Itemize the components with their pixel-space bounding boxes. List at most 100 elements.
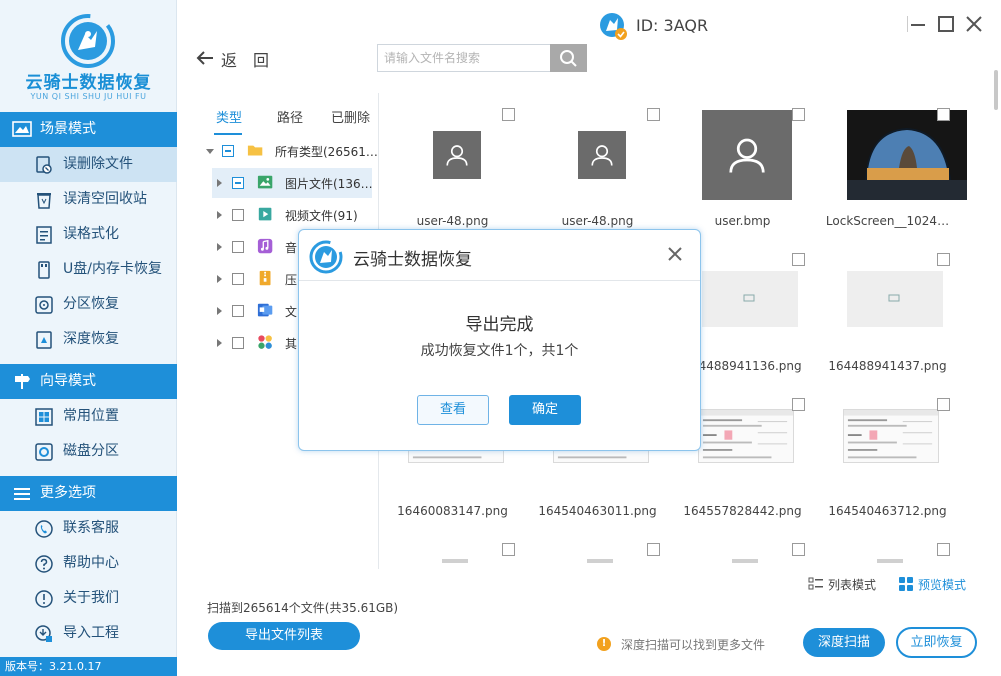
file-tile[interactable]: user.bmp: [670, 97, 815, 242]
back-label: 返 回: [221, 51, 270, 70]
file-thumbnail: [578, 131, 626, 179]
sidebar-item-label: 联系客服: [63, 520, 119, 536]
sidebar-item-label: 关于我们: [63, 590, 119, 606]
export-file-list-button[interactable]: 导出文件列表: [208, 622, 360, 650]
tree-checkbox[interactable]: [232, 273, 244, 285]
list-mode-label: 列表模式: [828, 578, 877, 592]
folder-icon: [247, 145, 263, 156]
caret-right-icon[interactable]: [217, 179, 222, 187]
file-checkbox[interactable]: [647, 108, 660, 121]
list-mode-toggle[interactable]: 列表模式: [808, 576, 876, 592]
sidebar-item-more-3[interactable]: 导入工程: [0, 616, 177, 651]
tree-checkbox[interactable]: [232, 241, 244, 253]
sidebar-item-guide-0[interactable]: 常用位置: [0, 399, 177, 434]
file-tile[interactable]: [380, 532, 525, 567]
knight-logo-icon: [309, 240, 343, 274]
file-tile[interactable]: user-48.png: [525, 97, 670, 242]
preview-mode-toggle[interactable]: 预览模式: [898, 576, 966, 592]
file-checkbox[interactable]: [502, 108, 515, 121]
deep-scan-tip: 深度扫描可以找到更多文件: [621, 638, 766, 652]
sidebar-item-scene-5[interactable]: 深度恢复: [0, 322, 177, 357]
scene-icon: [12, 121, 32, 137]
deleted-file-icon: [36, 156, 52, 174]
person-icon: [446, 145, 468, 166]
deep-recover-icon: [36, 331, 52, 349]
tree-checkbox[interactable]: [232, 209, 244, 221]
search-button[interactable]: [550, 44, 587, 72]
section-label: 场景模式: [40, 121, 96, 137]
file-checkbox[interactable]: [792, 108, 805, 121]
tab-type[interactable]: 类型: [216, 107, 242, 126]
view-button[interactable]: 查看: [417, 395, 489, 425]
deep-scan-button[interactable]: 深度扫描: [803, 628, 885, 657]
caret-right-icon[interactable]: [217, 211, 222, 219]
file-tile[interactable]: [670, 532, 815, 567]
tab-deleted[interactable]: 已删除: [331, 107, 370, 126]
ok-button[interactable]: 确定: [509, 395, 581, 425]
file-tile[interactable]: 164540463712.png: [815, 387, 960, 532]
music-icon: [257, 238, 273, 254]
sidebar-item-scene-1[interactable]: 误清空回收站: [0, 182, 177, 217]
recover-now-button[interactable]: 立即恢复: [896, 627, 977, 658]
file-name: user-48.png: [416, 214, 489, 228]
file-name: user-48.png: [561, 214, 634, 228]
archive-icon: [259, 270, 271, 286]
tree-label: 文: [285, 305, 298, 319]
tree-checkbox[interactable]: [232, 177, 244, 189]
sidebar-item-scene-0[interactable]: 误删除文件: [0, 147, 177, 182]
usb-card-icon: [38, 261, 50, 279]
tree-row[interactable]: 所有类型(26561…: [200, 136, 378, 166]
file-checkbox[interactable]: [937, 398, 950, 411]
file-tile[interactable]: [525, 532, 670, 567]
caret-right-icon[interactable]: [217, 339, 222, 347]
tree-row[interactable]: 视频文件(91): [212, 200, 372, 230]
format-icon: [36, 226, 52, 244]
sidebar-item-more-2[interactable]: 关于我们: [0, 581, 177, 616]
file-tile[interactable]: user-48.png: [380, 97, 525, 242]
outer-scrollbar[interactable]: [994, 70, 998, 110]
list-view-icon: [808, 577, 823, 590]
caret-down-icon[interactable]: [206, 149, 214, 154]
tree-row[interactable]: 图片文件(136…: [212, 168, 373, 198]
minimize-icon[interactable]: [908, 14, 928, 34]
maximize-icon[interactable]: [936, 14, 956, 34]
file-checkbox[interactable]: [792, 398, 805, 411]
close-icon[interactable]: [665, 244, 685, 264]
sidebar-item-guide-1[interactable]: 磁盘分区: [0, 434, 177, 469]
close-window-icon[interactable]: [964, 14, 984, 34]
version-label: 版本号：3.21.0.17: [0, 657, 177, 676]
file-checkbox[interactable]: [647, 543, 660, 556]
file-checkbox[interactable]: [937, 543, 950, 556]
disk-icon: [35, 443, 53, 461]
tree-checkbox[interactable]: [232, 305, 244, 317]
sidebar-item-label: 导入工程: [63, 625, 119, 641]
sidebar-item-more-0[interactable]: 联系客服: [0, 511, 177, 546]
file-checkbox[interactable]: [937, 108, 950, 121]
user-avatar-icon[interactable]: [598, 11, 628, 41]
sidebar-item-scene-3[interactable]: U盘/内存卡恢复: [0, 252, 177, 287]
document-preview: [844, 410, 938, 459]
sidebar-item-scene-4[interactable]: 分区恢复: [0, 287, 177, 322]
file-checkbox[interactable]: [937, 253, 950, 266]
file-checkbox[interactable]: [792, 543, 805, 556]
file-checkbox[interactable]: [502, 543, 515, 556]
file-thumbnail: [847, 271, 943, 327]
file-tile[interactable]: 164488941437.png: [815, 242, 960, 387]
caret-right-icon[interactable]: [217, 275, 222, 283]
document-preview: [699, 410, 793, 459]
file-tile[interactable]: LockScreen__1024…: [815, 97, 967, 242]
caret-right-icon[interactable]: [217, 243, 222, 251]
sidebar-item-scene-2[interactable]: 误格式化: [0, 217, 177, 252]
tree-checkbox[interactable]: [222, 145, 234, 157]
caret-right-icon[interactable]: [217, 307, 222, 315]
recycle-bin-icon: [37, 193, 51, 209]
title-bar: [177, 0, 1001, 50]
file-tile[interactable]: [815, 532, 960, 567]
tab-path[interactable]: 路径: [277, 107, 303, 126]
sidebar-item-label: 误删除文件: [63, 156, 133, 172]
search-box: [377, 44, 587, 72]
file-checkbox[interactable]: [792, 253, 805, 266]
search-input[interactable]: [378, 45, 550, 71]
tree-checkbox[interactable]: [232, 337, 244, 349]
sidebar-item-more-1[interactable]: 帮助中心: [0, 546, 177, 581]
